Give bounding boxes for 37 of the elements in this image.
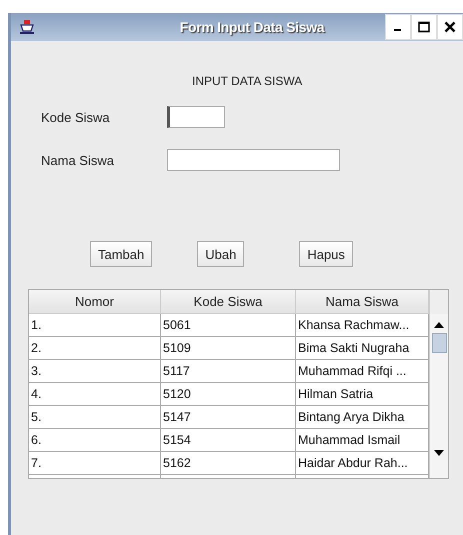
input-field[interactable] [167, 149, 340, 171]
table-cell: 1. [29, 314, 161, 337]
cup-icon [19, 19, 35, 35]
minimize-button[interactable] [385, 14, 411, 40]
table-cell: 3. [29, 360, 161, 383]
action-button[interactable]: Tambah [90, 241, 152, 267]
scrollbar[interactable] [429, 290, 448, 478]
scroll-up-icon[interactable] [434, 322, 444, 328]
table-cell: 5154 [161, 429, 296, 452]
close-icon[interactable] [444, 21, 456, 33]
header-corner [430, 290, 448, 314]
table-cell: 5. [29, 406, 161, 429]
table-cell: 2. [29, 337, 161, 360]
column-header[interactable]: Kode Siswa [161, 290, 296, 314]
table-cell: 5117 [161, 360, 296, 383]
maximize-icon[interactable] [418, 21, 430, 33]
window-title: Form Input Data Siswa [178, 19, 326, 35]
input-field[interactable] [167, 106, 225, 128]
table-cell: 5147 [161, 406, 296, 429]
form-heading: INPUT DATA SISWA [192, 74, 302, 88]
table-cell: 5162 [161, 452, 296, 475]
maximize-button[interactable] [411, 14, 437, 40]
action-button[interactable]: Hapus [299, 241, 353, 267]
close-button[interactable] [437, 14, 463, 40]
field-label: Kode Siswa [40, 110, 111, 124]
table-cell: 6. [29, 429, 161, 452]
column-header[interactable]: Nomor [29, 290, 161, 314]
table-cell: 4. [29, 383, 161, 406]
table-cell: 5061 [161, 314, 296, 337]
field-label: Nama Siswa [40, 152, 115, 168]
column-header[interactable]: Nama Siswa [296, 290, 429, 314]
table-cell: 5120 [161, 383, 296, 406]
action-button[interactable]: Ubah [197, 241, 244, 267]
table-cell: 7. [29, 452, 161, 475]
scroll-down-icon[interactable] [434, 450, 444, 456]
scroll-thumb[interactable] [432, 333, 446, 353]
table-cell: 5109 [161, 337, 296, 360]
